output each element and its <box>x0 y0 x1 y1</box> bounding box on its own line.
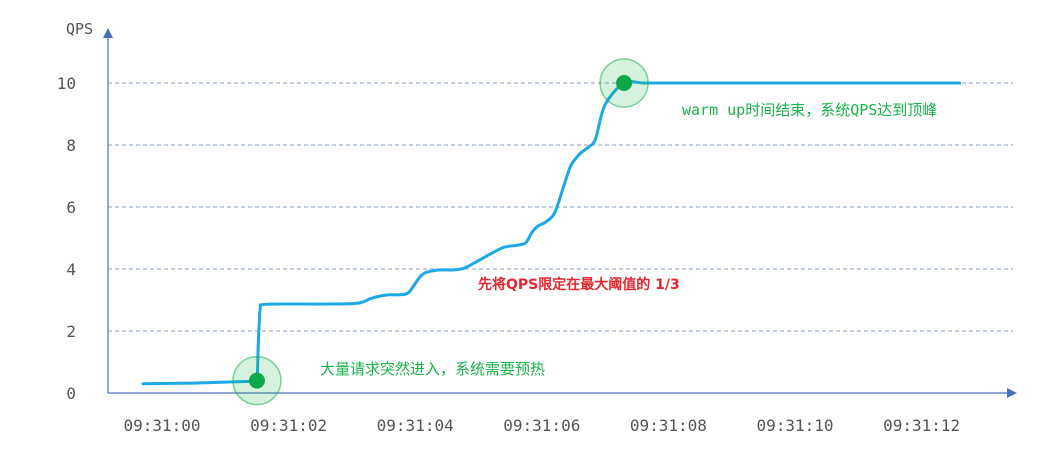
x-axis-arrow <box>1007 388 1017 398</box>
marker-dot <box>248 372 265 389</box>
series-layer <box>141 79 962 386</box>
y-tick-label: 2 <box>66 322 76 341</box>
annotation-warmup-end: warm up时间结束，系统QPS达到顶峰 <box>682 101 937 119</box>
y-axis-title: QPS <box>66 20 93 38</box>
y-tick-label: 6 <box>66 198 76 217</box>
grid-lines <box>108 82 1013 332</box>
x-tick-label: 09:31:12 <box>883 416 960 435</box>
marker-layer <box>232 58 649 406</box>
y-tick-label: 0 <box>66 384 76 403</box>
annotation-one-third: 先将QPS限定在最大阈值的 1/3 <box>478 276 680 293</box>
y-tick-label: 8 <box>66 136 76 155</box>
y-tick-labels: 0 2 4 6 8 10 <box>57 74 76 403</box>
qps-warmup-chart: 0 2 4 6 8 10 09:31:00 09:31:02 09:31:04 09:31:06… <box>57 20 1017 435</box>
x-tick-label: 09:31:06 <box>503 416 580 435</box>
x-tick-label: 09:31:04 <box>377 416 454 435</box>
marker-dot <box>616 75 633 91</box>
x-tick-label: 09:31:00 <box>123 416 200 435</box>
annotation-layer: 大量请求突然进入，系统需要预热 先将QPS限定在最大阈值的 1/3 warm up时… <box>320 101 937 378</box>
x-tick-label: 09:31:10 <box>756 416 833 435</box>
annotation-preheat: 大量请求突然进入，系统需要预热 <box>320 360 545 378</box>
y-axis-arrow <box>103 28 113 38</box>
qps-series-line <box>141 79 962 386</box>
y-tick-label: 4 <box>66 260 76 279</box>
x-tick-label: 09:31:02 <box>250 416 327 435</box>
x-tick-labels: 09:31:00 09:31:02 09:31:04 09:31:06 09:31:08… <box>123 416 960 435</box>
y-tick-label: 10 <box>57 74 76 93</box>
x-tick-label: 09:31:08 <box>630 416 707 435</box>
